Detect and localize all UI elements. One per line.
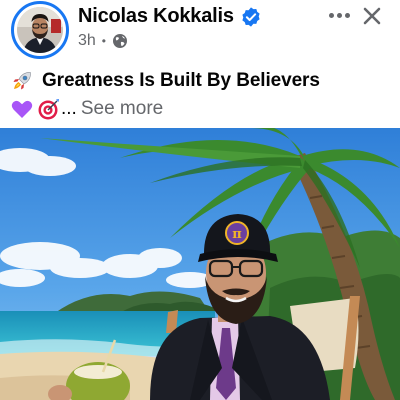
see-more-link[interactable]: See more [81,98,163,120]
meta-separator: • [101,34,106,48]
more-dot [344,12,350,18]
post-timestamp[interactable]: 3h [78,32,96,50]
caption-ellipsis: ... [61,98,77,119]
caption-title: Greatness Is Built By Believers [42,70,320,91]
more-options-icon[interactable] [323,3,355,27]
post-caption: Greatness Is Built By Believers ... See … [10,67,395,123]
author-avatar[interactable] [11,1,69,59]
globe-icon[interactable] [112,33,128,49]
post-header: Nicolas Kokkalis 3h • [0,0,400,62]
author-name-row: Nicolas Kokkalis [78,5,262,28]
more-dot [328,12,334,18]
close-icon[interactable] [358,2,386,30]
cap-logo: π [232,227,242,242]
post-meta: 3h • [78,32,128,50]
target-emoji [37,97,61,121]
author-name[interactable]: Nicolas Kokkalis [78,5,234,28]
avatar-image [17,7,63,53]
more-dot [336,12,342,18]
rocket-emoji [10,69,34,93]
caption-line-1: Greatness Is Built By Believers [10,67,395,95]
post-photo[interactable]: π [0,128,400,400]
purple-heart-emoji [10,97,34,121]
verified-badge-icon [240,6,262,28]
caption-line-2: ... See more [10,95,395,123]
